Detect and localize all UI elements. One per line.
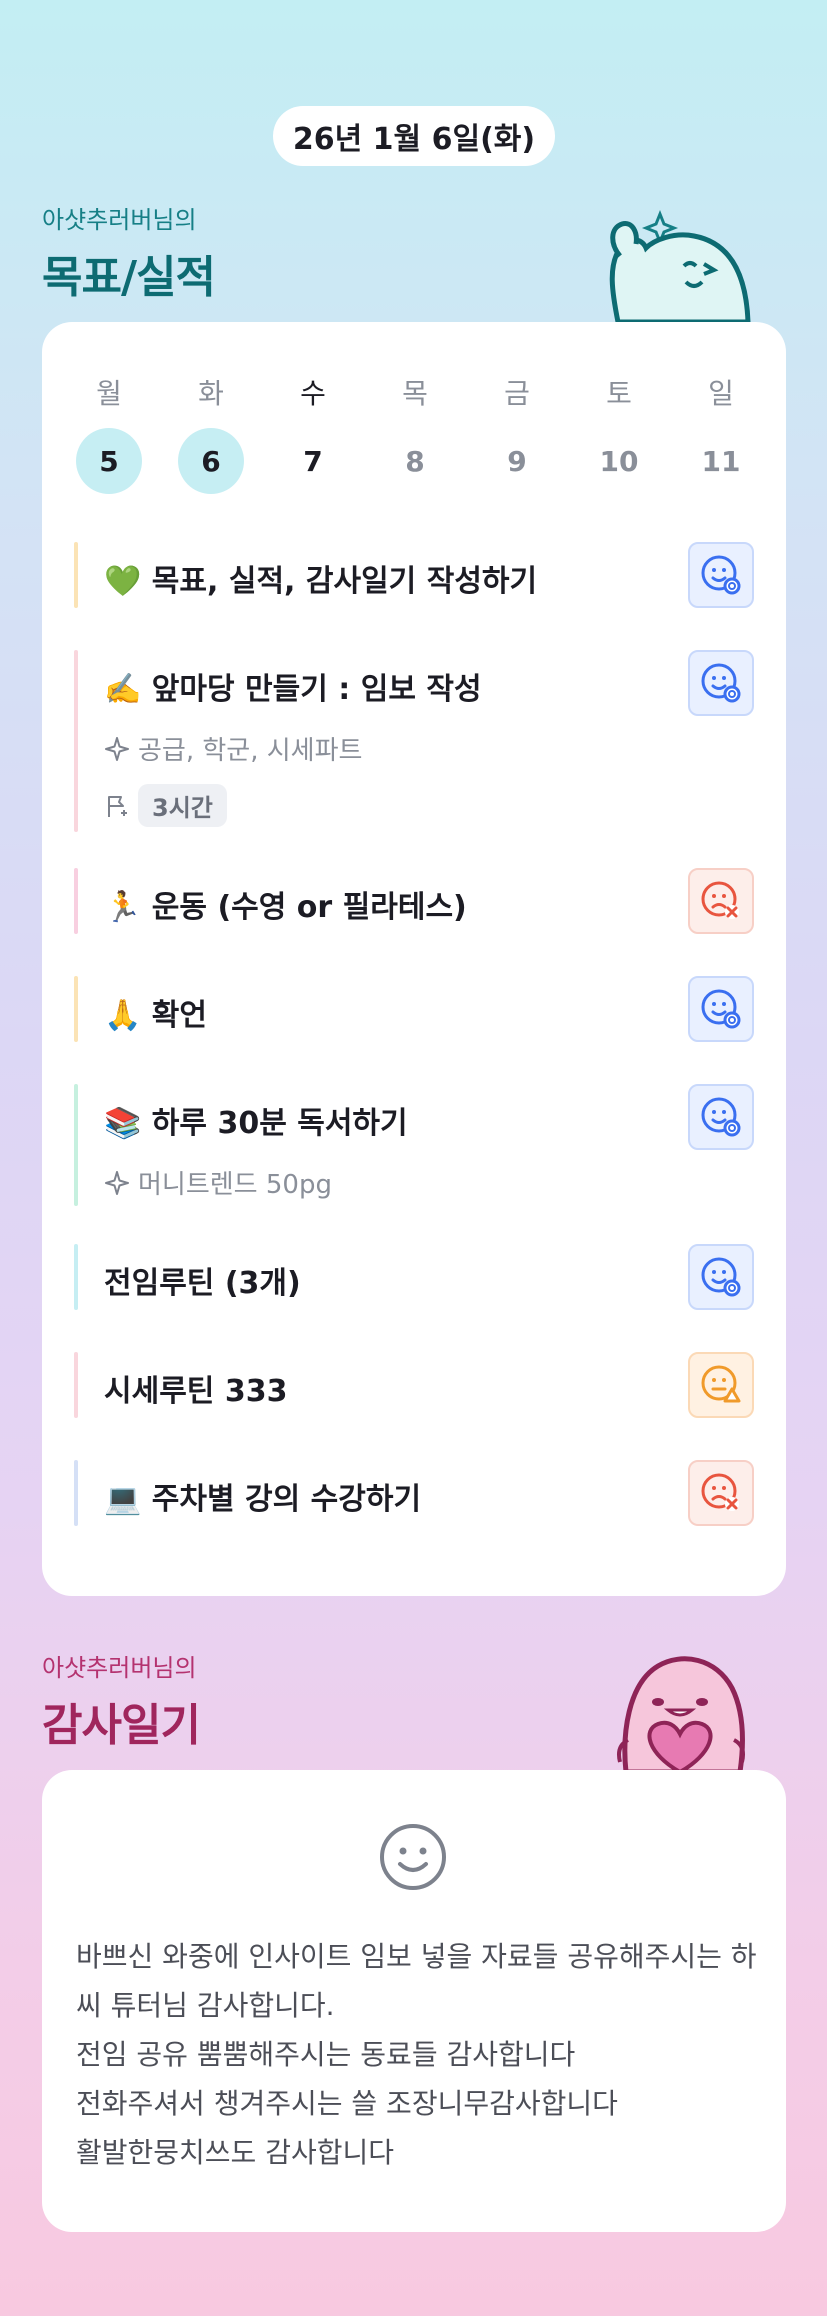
goal-status-button[interactable]	[688, 650, 754, 716]
date-pill[interactable]: 26년 1월 6일(화)	[273, 106, 555, 166]
day-number: 7	[303, 444, 323, 478]
flag-timer-icon	[108, 795, 127, 817]
goal-title: 시세루틴 333	[104, 1374, 288, 1409]
weekday-label: 월	[96, 377, 122, 410]
goal-status-button[interactable]	[688, 542, 754, 608]
weekday-label: 토	[606, 377, 632, 410]
day-number: 11	[701, 444, 741, 478]
goal-title: 🏃 운동 (수영 or 필라테스)	[104, 890, 467, 925]
goal-title: ✍️ 앞마당 만들기 : 임보 작성	[104, 672, 482, 707]
smiley-face-icon	[380, 1824, 446, 1890]
goal-detail-text: 머니트렌드 50pg	[138, 1170, 332, 1200]
goal-color-bar	[74, 1460, 78, 1526]
thanks-title: 감사일기	[42, 1700, 201, 1751]
sparkle-icon	[105, 736, 129, 761]
goal-detail-text: 공급, 학군, 시세파트	[138, 736, 363, 766]
neutral-face-icon	[701, 1365, 741, 1403]
goal-color-bar	[74, 1352, 78, 1418]
goals-subtitle: 아샷추러버님의	[42, 206, 197, 234]
goal-status-button[interactable]	[688, 1084, 754, 1150]
thanks-subtitle: 아샷추러버님의	[42, 1654, 197, 1682]
thanks-journal-text: 바쁘신 와중에 인사이트 임보 넣을 자료들 공유해주시는 하씨 튜터님 감사합…	[76, 1940, 757, 2169]
goal-item[interactable]: 🙏 확언	[74, 976, 754, 1042]
goal-item[interactable]: 🏃 운동 (수영 or 필라테스)	[74, 868, 754, 934]
weekday-label: 일	[708, 377, 734, 410]
goal-item[interactable]: 시세루틴 333	[74, 1352, 754, 1418]
weekday-label: 목	[402, 377, 428, 410]
goal-item[interactable]: 💚 목표, 실적, 감사일기 작성하기	[74, 542, 754, 608]
goal-item[interactable]: 💻 주차별 강의 수강하기	[74, 1460, 754, 1526]
goal-status-button[interactable]	[688, 1352, 754, 1418]
mascot-thumbs-up-icon	[609, 209, 751, 324]
sparkle-icon	[105, 1170, 129, 1195]
goal-title: 🙏 확언	[104, 998, 207, 1033]
goal-color-bar	[74, 650, 78, 832]
goal-color-bar	[74, 542, 78, 608]
goal-status-button[interactable]	[688, 868, 754, 934]
mascot-heart-icon	[617, 1656, 745, 1772]
goal-color-bar	[74, 868, 78, 934]
goal-item[interactable]: 📚 하루 30분 독서하기 머니트렌드 50pg	[74, 1084, 754, 1206]
goal-time: 3시간	[104, 784, 227, 827]
day-number: 10	[599, 444, 639, 478]
weekday-label: 금	[504, 377, 530, 410]
thanks-card: 바쁘신 와중에 인사이트 임보 넣을 자료들 공유해주시는 하씨 튜터님 감사합…	[42, 1770, 786, 2232]
day-number: 8	[405, 444, 425, 478]
happy-face-icon	[701, 663, 741, 703]
goal-title: 전임루틴 (3개)	[104, 1266, 301, 1301]
sad-face-icon	[701, 881, 739, 919]
weekday-label: 수	[300, 377, 326, 410]
goal-status-button[interactable]	[688, 1244, 754, 1310]
date-label: 26년 1월 6일(화)	[292, 122, 536, 157]
goals-section-header: 아샷추러버님의 목표/실적	[42, 200, 216, 305]
day-number: 5	[76, 428, 142, 494]
happy-face-icon	[701, 1257, 741, 1297]
sad-face-icon	[701, 1473, 739, 1511]
goal-status-button[interactable]	[688, 976, 754, 1042]
weekday-label: 화	[198, 377, 224, 410]
happy-face-icon	[701, 1097, 741, 1137]
goal-detail: 머니트렌드 50pg	[104, 1164, 332, 1201]
goal-color-bar	[74, 976, 78, 1042]
time-chip: 3시간	[138, 784, 227, 827]
goal-color-bar	[74, 1244, 78, 1310]
goal-title: 💚 목표, 실적, 감사일기 작성하기	[104, 564, 538, 599]
goal-title: 💻 주차별 강의 수강하기	[104, 1482, 422, 1517]
goals-title: 목표/실적	[42, 252, 216, 303]
goal-color-bar	[74, 1084, 78, 1206]
goal-title: 📚 하루 30분 독서하기	[104, 1106, 408, 1141]
goal-item[interactable]: ✍️ 앞마당 만들기 : 임보 작성 공급, 학군, 시세파트 3시간	[74, 650, 754, 832]
thanks-section-header: 아샷추러버님의 감사일기	[42, 1648, 201, 1753]
goal-detail: 공급, 학군, 시세파트	[104, 730, 362, 767]
goals-card: 월 5 화 6 수 7 목 8 금 9 토 10 일 11 💚 목표, 실적, …	[42, 322, 786, 1596]
goal-item[interactable]: 전임루틴 (3개)	[74, 1244, 754, 1310]
happy-face-icon	[701, 555, 741, 595]
happy-face-icon	[701, 989, 741, 1029]
goal-status-button[interactable]	[688, 1460, 754, 1526]
day-number: 6	[178, 428, 244, 494]
day-number: 9	[507, 444, 527, 478]
